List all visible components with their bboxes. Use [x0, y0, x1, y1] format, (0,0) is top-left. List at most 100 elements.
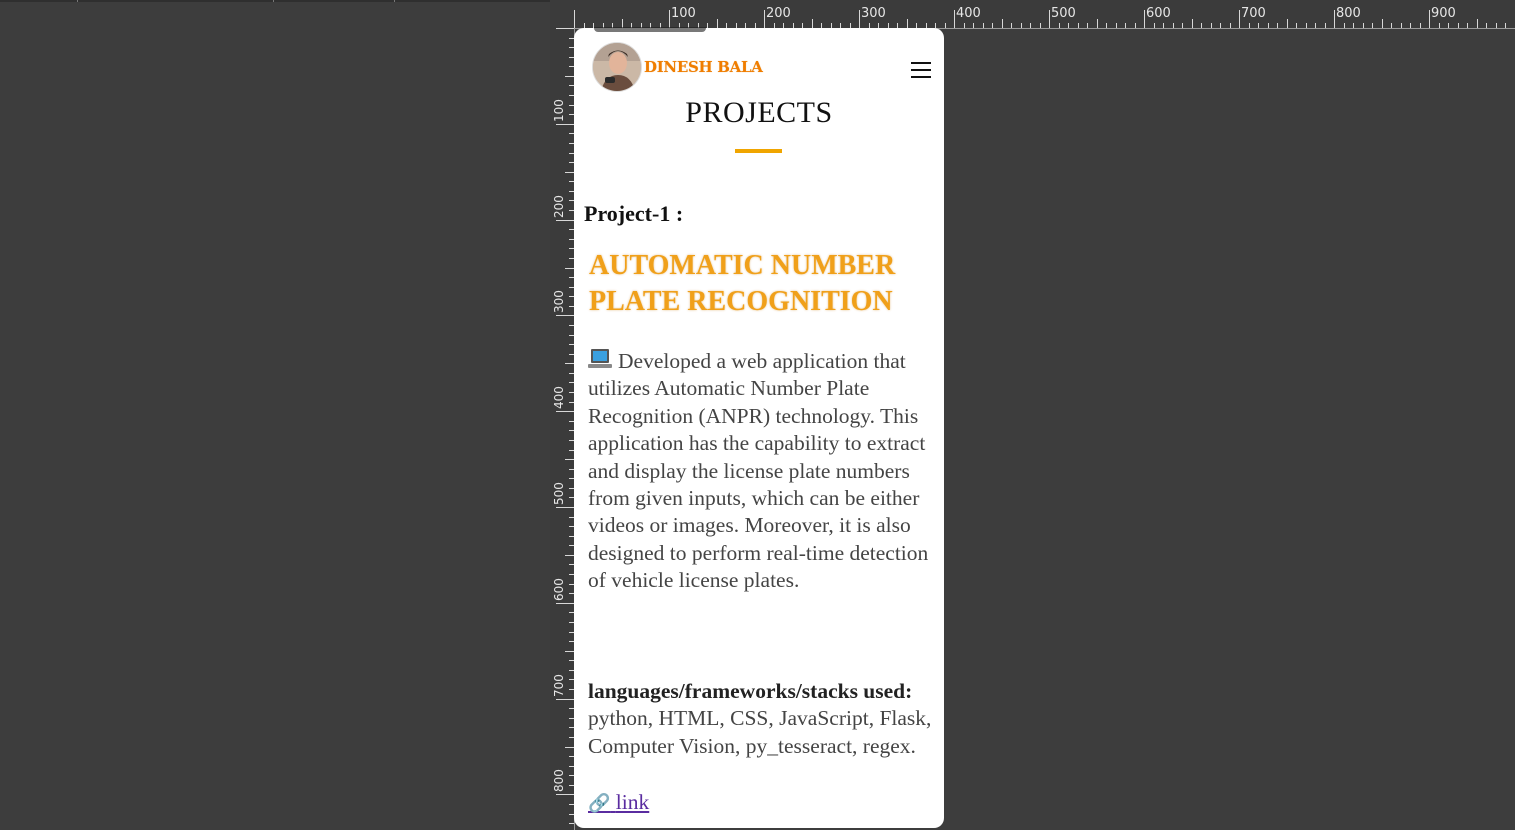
ruler-label: 900 — [1431, 6, 1456, 21]
ruler-tick — [1277, 23, 1278, 28]
ruler-tick — [1267, 23, 1269, 28]
ruler-tick — [1011, 23, 1012, 28]
ruler-tick — [565, 363, 574, 365]
ruler-label: 300 — [861, 6, 886, 21]
ruler-tick — [1258, 23, 1259, 28]
ruler-tick — [1229, 23, 1231, 28]
ruler-tick — [1182, 23, 1183, 28]
tech-stack: languages/frameworks/stacks used: python… — [588, 678, 938, 760]
chain-link-icon: 🔗 — [588, 793, 611, 813]
ruler-tick — [1438, 23, 1440, 28]
ruler-tick — [574, 10, 575, 28]
ruler-tick — [1220, 23, 1221, 28]
ruler-label: 800 — [1336, 6, 1361, 21]
ruler-label: 600 — [552, 577, 566, 601]
ruler-tick — [669, 10, 670, 28]
ruler-tick — [1353, 23, 1354, 28]
title-underline — [735, 149, 782, 153]
ruler-tick — [1286, 19, 1288, 28]
link-text: link — [615, 790, 650, 814]
stack-label: languages/frameworks/stacks used: — [588, 679, 913, 703]
ruler-tick — [1362, 23, 1364, 28]
ruler-tick — [556, 28, 574, 29]
ruler-tick — [1505, 23, 1506, 28]
ruler-label: 100 — [671, 6, 696, 21]
ruler-tick — [556, 794, 574, 796]
horizontal-ruler[interactable]: 100 200 300 400 500 600 700 800 900 — [550, 0, 1515, 29]
ruler-label: 500 — [552, 482, 566, 505]
ruler-tick — [1153, 23, 1155, 28]
ruler-tick — [906, 19, 908, 28]
vertical-ruler[interactable]: 100 200 300 400 500 600 700 800 — [550, 28, 575, 830]
ruler-tick — [1372, 23, 1373, 28]
ruler-tick — [1096, 19, 1098, 28]
ruler-tick — [1020, 23, 1022, 28]
ruler-label: 700 — [1241, 6, 1266, 21]
ruler-tick — [764, 10, 765, 28]
device-notch — [594, 27, 706, 32]
project-name: AUTOMATIC NUMBER PLATE RECOGNITION — [589, 250, 896, 317]
laptop-icon — [588, 349, 612, 371]
ruler-tick — [973, 23, 974, 28]
ruler-tick — [1381, 19, 1383, 28]
ruler-tick — [565, 459, 574, 461]
mobile-preview: DINESH BALA PROJECTS Project-1 : AUTOMAT… — [574, 28, 944, 828]
ruler-tick — [556, 507, 574, 508]
ruler-tick — [1068, 23, 1069, 28]
ruler-tick — [1058, 23, 1060, 28]
ruler-tick — [1077, 23, 1079, 28]
ruler-tick — [1144, 10, 1145, 28]
ruler-tick — [565, 650, 574, 652]
ruler-tick — [1334, 10, 1335, 28]
ruler-label: 600 — [1146, 6, 1171, 21]
ruler-tick — [1448, 23, 1449, 28]
ruler-tick — [565, 75, 574, 77]
ruler-tick — [1125, 23, 1126, 28]
ruler-label: 200 — [766, 6, 791, 21]
ruler-tick — [1134, 23, 1136, 28]
ruler-tick — [1419, 23, 1421, 28]
ruler-tick — [1495, 23, 1497, 28]
ruler-tick — [1305, 23, 1307, 28]
ruler-label: 100 — [552, 98, 566, 122]
description-text: Developed a web application that utilize… — [588, 349, 929, 593]
ruler-tick — [1049, 10, 1050, 28]
ruler-tick — [1343, 23, 1345, 28]
ruler-tick — [1391, 23, 1392, 28]
project-label: Project-1 : — [584, 201, 684, 226]
ruler-tick — [1324, 23, 1326, 28]
project-link[interactable]: 🔗 link — [588, 790, 649, 815]
ruler-tick — [1191, 19, 1193, 28]
avatar-image — [593, 43, 641, 91]
ruler-tick — [1030, 23, 1031, 28]
ruler-tick — [982, 23, 984, 28]
ruler-tick — [1296, 23, 1297, 28]
ruler-label: 700 — [552, 673, 566, 697]
ruler-tick — [1201, 23, 1202, 28]
ruler-label: 400 — [552, 386, 566, 410]
ruler-tick — [963, 23, 965, 28]
ruler-label: 200 — [552, 194, 566, 218]
ruler-tick — [556, 219, 574, 221]
ruler-label: 500 — [1051, 6, 1076, 21]
ruler-tick — [556, 698, 574, 700]
project-description: Developed a web application that utilize… — [588, 348, 933, 595]
ruler-tick — [565, 267, 574, 269]
brand-name[interactable]: DINESH BALA — [644, 58, 763, 76]
profile-avatar[interactable] — [592, 42, 642, 92]
ruler-tick — [859, 10, 860, 28]
ruler-tick — [556, 602, 574, 604]
ruler-tick — [716, 19, 718, 28]
ruler-tick — [1400, 23, 1402, 28]
ruler-label: 400 — [956, 6, 981, 21]
ruler-label: 300 — [552, 290, 566, 314]
ruler-tick — [1476, 19, 1478, 28]
ruler-tick — [1172, 23, 1174, 28]
ruler-tick — [556, 123, 574, 125]
ruler-tick — [1115, 23, 1117, 28]
stack-values: python, HTML, CSS, JavaScript, Flask, Co… — [588, 706, 932, 758]
ruler-tick — [1457, 23, 1459, 28]
hamburger-menu-icon[interactable] — [911, 62, 931, 80]
ruler-tick — [1315, 23, 1316, 28]
top-strip — [0, 0, 550, 2]
